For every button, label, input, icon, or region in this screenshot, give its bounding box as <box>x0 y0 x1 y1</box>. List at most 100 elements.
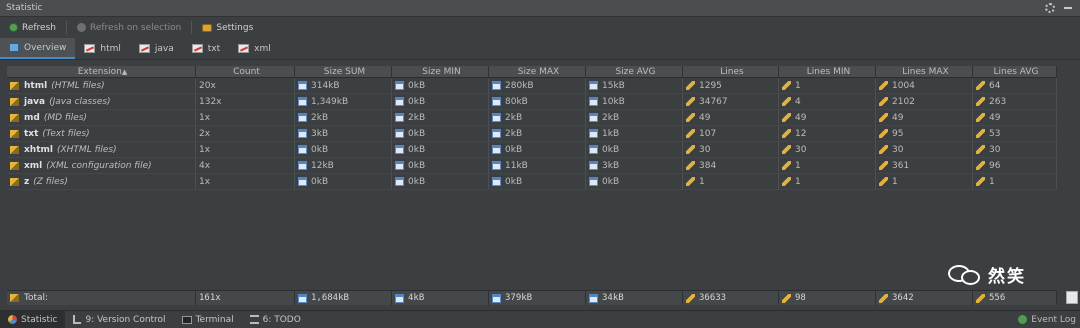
tab-bar: Overview html java txt xml <box>0 38 1080 60</box>
size-avg-cell: 0kB <box>586 142 683 157</box>
lines-max-value: 95 <box>892 128 904 139</box>
file-type-icon <box>10 129 19 138</box>
count-value: 2x <box>199 128 211 139</box>
tab-xml[interactable]: xml <box>229 38 280 59</box>
file-type-icon <box>10 81 19 90</box>
statusbar-tab-version-control[interactable]: 9: Version Control <box>65 311 173 328</box>
statusbar-tab-statistic[interactable]: Statistic <box>0 311 66 328</box>
table-row[interactable]: z (Z files) 1x 0kB 0kB 0kB 0kB 1 1 1 1 <box>7 174 1057 190</box>
lines-icon <box>782 145 791 154</box>
table-row[interactable]: java (Java classes) 132x 1,349kB 0kB 80kB 10kB… <box>7 94 1057 110</box>
size-max-cell: 2kB <box>489 126 586 141</box>
table-row[interactable]: md (MD files) 1x 2kB 2kB 2kB 2kB 49 49 49 49 <box>7 110 1057 126</box>
extension-cell: html (HTML files) <box>7 78 196 93</box>
table-row[interactable]: xhtml (XHTML files) 1x 0kB 0kB 0kB 0kB 30 30 30 30 <box>7 142 1057 158</box>
lines-avg-cell: 96 <box>973 158 1057 173</box>
tab-overview[interactable]: Overview <box>0 38 76 59</box>
column-header-size-max[interactable]: Size MAX <box>489 66 586 77</box>
column-header-lines-min[interactable]: Lines MIN <box>779 66 876 77</box>
refresh-selection-icon <box>77 23 86 32</box>
lines-max-cell: 2102 <box>876 94 973 109</box>
table-row[interactable]: xml (XML configuration file) 4x 12kB 0kB 11kB… <box>7 158 1057 174</box>
size-icon <box>298 293 307 303</box>
lines-value: 107 <box>699 128 717 139</box>
size-max-cell: 0kB <box>489 142 586 157</box>
statusbar-tab-terminal[interactable]: Terminal <box>174 311 242 328</box>
event-log-button[interactable]: Event Log <box>1018 315 1080 325</box>
tab-html[interactable]: html <box>75 38 130 59</box>
refresh-on-selection-button[interactable]: Refresh on selection <box>74 20 184 36</box>
lines-icon <box>686 145 695 154</box>
size-icon <box>589 293 598 303</box>
lines-max-cell: 95 <box>876 126 973 141</box>
column-header-extension[interactable]: Extension <box>7 66 196 77</box>
extension-description: (Java classes) <box>49 96 111 107</box>
tab-txt[interactable]: txt <box>183 38 229 59</box>
size-icon <box>395 129 404 138</box>
gear-icon[interactable] <box>1045 3 1055 13</box>
column-header-size-sum[interactable]: Size SUM <box>295 66 392 77</box>
lines-avg-value: 49 <box>989 112 1001 123</box>
column-header-lines-avg[interactable]: Lines AVG <box>973 66 1057 77</box>
lines-max-value: 1004 <box>892 80 915 91</box>
size-avg-cell: 3kB <box>586 158 683 173</box>
column-header-size-avg[interactable]: Size AVG <box>586 66 683 77</box>
size-icon <box>589 81 598 90</box>
column-header-count[interactable]: Count <box>196 66 295 77</box>
lines-cell: 34767 <box>683 94 779 109</box>
lines-min-cell: 30 <box>779 142 876 157</box>
size-max-value: 280kB <box>505 80 534 91</box>
lines-max-cell: 30 <box>876 142 973 157</box>
size-icon <box>395 113 404 122</box>
toolbar: Refresh Refresh on selection Settings <box>0 18 1080 37</box>
column-header-size-min[interactable]: Size MIN <box>392 66 489 77</box>
settings-button[interactable]: Settings <box>199 20 256 36</box>
file-type-icon <box>10 97 19 106</box>
count-cell: 1x <box>196 142 295 157</box>
tab-java[interactable]: java <box>130 38 183 59</box>
lines-icon <box>879 177 888 186</box>
size-min-value: 0kB <box>408 96 426 107</box>
size-sum-value: 2kB <box>311 112 329 123</box>
event-log-label: Event Log <box>1031 314 1076 325</box>
column-header-lines[interactable]: Lines <box>683 66 779 77</box>
table-row[interactable]: txt (Text files) 2x 3kB 0kB 2kB 1kB 107 12 95 53 <box>7 126 1057 142</box>
size-avg-cell: 15kB <box>586 78 683 93</box>
lines-icon <box>782 293 791 303</box>
size-min-cell: 0kB <box>392 174 489 189</box>
terminal-icon <box>181 315 192 324</box>
statusbar-tab-todo[interactable]: 6: TODO <box>242 311 309 328</box>
lines-icon <box>976 293 985 303</box>
refresh-button[interactable]: Refresh <box>6 20 59 36</box>
tab-label: xml <box>254 43 271 54</box>
tab-label: Overview <box>24 42 67 53</box>
lines-max-cell: 49 <box>876 110 973 125</box>
statistics-table: Extension Count Size SUM Size MIN Size M… <box>7 66 1057 290</box>
corner-button[interactable] <box>1066 291 1078 304</box>
column-header-lines-max[interactable]: Lines MAX <box>876 66 973 77</box>
lines-avg-cell: 263 <box>973 94 1057 109</box>
lines-max-value: 2102 <box>892 96 915 107</box>
lines-icon <box>686 177 695 186</box>
lines-cell: 1 <box>683 174 779 189</box>
total-label: Total: <box>24 293 49 303</box>
size-icon <box>589 145 598 154</box>
lines-icon <box>879 129 888 138</box>
table-row[interactable]: html (HTML files) 20x 314kB 0kB 280kB 15kB 1295… <box>7 78 1057 94</box>
lines-value: 384 <box>699 160 717 171</box>
lines-icon <box>686 129 695 138</box>
extension-cell: java (Java classes) <box>7 94 196 109</box>
status-bar: Statistic 9: Version Control Terminal 6:… <box>0 310 1080 328</box>
lines-icon <box>976 81 985 90</box>
size-avg-cell: 1kB <box>586 126 683 141</box>
chart-icon <box>238 44 250 53</box>
minimize-icon[interactable] <box>1064 7 1072 9</box>
overview-icon <box>9 43 19 52</box>
total-size-sum-cell: 1,684kB <box>295 291 392 305</box>
size-icon <box>298 113 307 122</box>
size-min-cell: 0kB <box>392 94 489 109</box>
lines-max-cell: 1 <box>876 174 973 189</box>
size-avg-value: 15kB <box>602 80 625 91</box>
size-icon <box>589 113 598 122</box>
lines-min-value: 12 <box>795 128 807 139</box>
